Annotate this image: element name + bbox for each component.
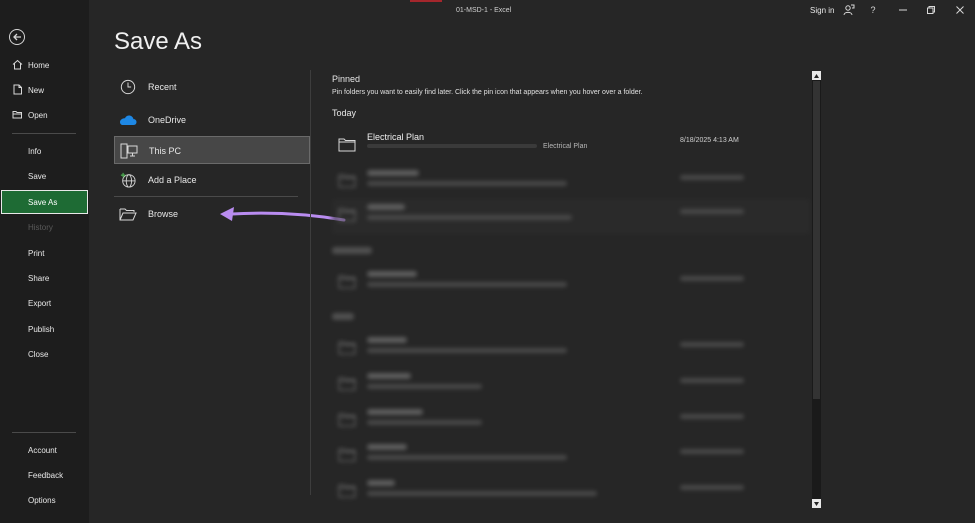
back-arrow-icon[interactable] [9,29,25,45]
sign-in-link[interactable]: Sign in [810,6,834,15]
sidebar-item-label: Save As [28,197,58,207]
window-title-text: 01-MSD-1 - Excel [456,7,512,14]
folder-icon [338,413,356,427]
folder-row-redacted[interactable] [332,439,810,474]
folder-icon [338,448,356,462]
sidebar-item-export[interactable]: Export [0,291,89,315]
folder-icon [338,174,356,188]
backstage-sidebar: Home New Open Info Save Save As History … [0,0,89,523]
clock-icon [120,79,136,95]
location-recent[interactable]: Recent [114,73,310,101]
sidebar-item-label: Options [28,495,56,505]
sidebar-item-label: History [28,222,53,232]
sidebar-item-publish[interactable]: Publish [0,317,89,341]
restore-icon[interactable] [925,4,937,16]
sidebar-item-info[interactable]: Info [0,139,89,163]
location-add-a-place[interactable]: Add a Place [114,166,310,194]
folder-row-redacted[interactable] [332,199,810,234]
pinned-scrollbar[interactable] [812,71,821,508]
folder-icon [338,484,356,498]
sidebar-item-label: Info [28,146,42,156]
sidebar-item-label: Home [28,60,50,70]
sidebar-item-label: Share [28,273,50,283]
panel-divider [310,70,311,495]
folder-icon [338,138,356,152]
sidebar-item-close[interactable]: Close [0,342,89,366]
page-title: Save As [114,28,203,55]
today-heading: Today [332,108,357,118]
titlebar-accent [410,0,442,2]
sidebar-divider [12,432,76,433]
folder-row-redacted[interactable] [332,266,810,301]
folder-row-redacted[interactable] [332,475,810,510]
sidebar-item-label: Account [28,445,57,455]
folder-row-redacted[interactable] [332,332,810,367]
location-label: Browse [148,209,179,219]
sidebar-item-label: Export [28,298,52,308]
computer-icon [120,143,138,159]
folder-path-redacted [367,144,537,148]
sidebar-item-label: Close [28,349,49,359]
new-document-icon [13,84,22,95]
scroll-down-icon[interactable] [812,499,821,508]
open-folder-icon [12,111,22,119]
sidebar-item-home[interactable]: Home [0,53,89,77]
sidebar-item-options[interactable]: Options [0,488,89,512]
sidebar-item-label: New [28,85,45,95]
folder-name: Electrical Plan [367,132,425,142]
sidebar-item-account[interactable]: Account [0,438,89,462]
pinned-heading: Pinned [332,74,361,84]
sidebar-item-print[interactable]: Print [0,241,89,265]
home-icon [12,59,23,70]
annotation-arrow-icon [220,207,346,222]
location-this-pc[interactable]: This PC [114,136,310,164]
sidebar-item-open[interactable]: Open [0,103,89,127]
sidebar-divider [12,133,76,134]
sidebar-item-new[interactable]: New [0,78,89,102]
location-label: Add a Place [148,175,197,185]
sidebar-item-label: Publish [28,324,55,334]
section-heading-redacted [332,313,354,320]
folder-icon [338,377,356,391]
sidebar-item-label: Open [28,110,48,120]
sidebar-item-save-as[interactable]: Save As [1,190,88,214]
globe-add-icon [120,172,136,188]
pinned-description: Pin folders you want to easily find late… [332,89,643,96]
folder-row[interactable]: Electrical Plan Electrical Plan 8/18/202… [332,129,810,164]
scroll-thumb[interactable] [813,81,820,399]
section-heading-redacted [332,247,372,254]
sidebar-item-label: Save [28,171,47,181]
sidebar-item-share[interactable]: Share [0,266,89,290]
cloud-icon [120,115,137,125]
folder-row-redacted[interactable] [332,368,810,403]
browse-folder-icon [119,208,137,221]
folder-row-redacted[interactable] [332,165,810,200]
folder-icon [338,208,356,222]
sidebar-item-feedback[interactable]: Feedback [0,463,89,487]
sidebar-item-label: Print [28,248,45,258]
feedback-person-icon[interactable] [843,4,855,16]
folder-row-redacted[interactable] [332,404,810,439]
folder-icon [338,275,356,289]
location-label: Recent [148,82,177,92]
location-label: OneDrive [148,115,187,125]
scroll-up-icon[interactable] [812,71,821,80]
folder-date: 8/18/2025 4:13 AM [680,137,739,144]
minimize-icon[interactable] [897,4,909,16]
sidebar-item-save[interactable]: Save [0,164,89,188]
folder-path: Electrical Plan [543,143,588,150]
location-label: This PC [149,146,182,156]
help-icon[interactable]: ? [867,4,879,16]
close-window-icon[interactable] [954,4,966,16]
sidebar-item-label: Feedback [28,470,64,480]
location-onedrive[interactable]: OneDrive [114,106,310,134]
folder-icon [338,341,356,355]
sidebar-item-history: History [0,215,89,239]
locations-divider [114,196,298,197]
